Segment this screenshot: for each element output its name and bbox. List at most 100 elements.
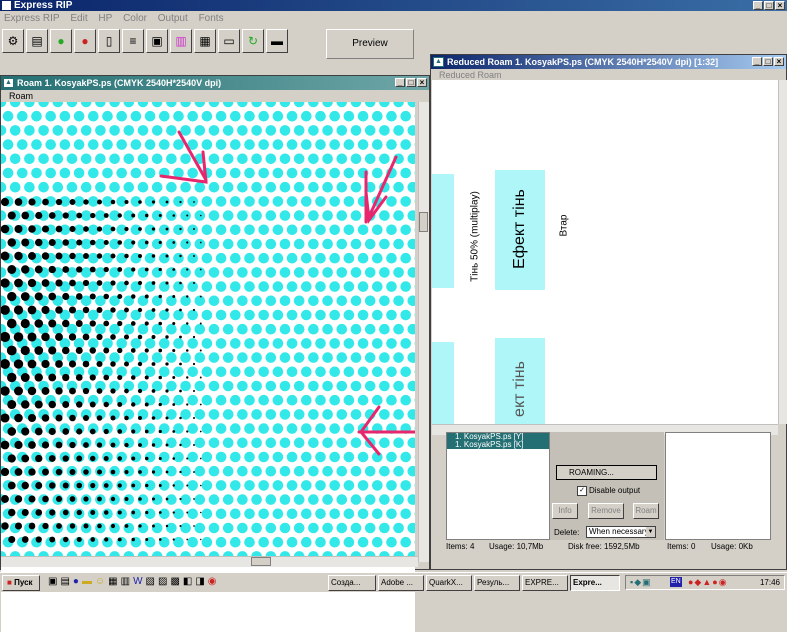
app-icon[interactable]: ▦	[108, 576, 117, 587]
roam-button[interactable]: Roam	[633, 503, 659, 519]
browser-icon[interactable]: ●	[73, 576, 79, 587]
reduced-vertical-scrollbar[interactable]	[778, 80, 787, 424]
disk-icon[interactable]: ▤	[60, 576, 69, 587]
reduced-close-button[interactable]: ×	[774, 57, 784, 66]
page-icon[interactable]: ▭	[218, 29, 240, 53]
app-icon[interactable]: ◧	[183, 576, 192, 587]
tray-icons-2: ●◆▲●◉	[688, 576, 728, 589]
minimize-button[interactable]: _	[753, 1, 763, 10]
roam-hscroll-thumb[interactable]	[251, 557, 271, 566]
traffic-light-red-icon[interactable]: ●	[74, 29, 96, 53]
close-button[interactable]: ×	[775, 1, 785, 10]
roam-close-button[interactable]: ×	[417, 78, 427, 87]
task-label: Резуль...	[477, 578, 509, 587]
print-icon[interactable]: ▤	[26, 29, 48, 53]
roam-menu[interactable]: Roam	[1, 90, 429, 102]
delete-select[interactable]: When necessary ▼	[586, 526, 656, 538]
menu-output[interactable]: Output	[158, 13, 188, 24]
task-button[interactable]: EXPRE...	[522, 575, 568, 591]
menu-hp[interactable]: HP	[98, 13, 112, 24]
roam-horizontal-scrollbar[interactable]	[1, 556, 418, 567]
media-icon[interactable]: ▬	[266, 29, 288, 53]
quick-launch: ▣ ▤ ● ▬ ☺ ▦ ▥ W ▧ ▨ ▩ ◧ ◨ ◉	[48, 576, 217, 587]
info-button[interactable]: Info	[552, 503, 578, 519]
app-icon[interactable]: ▩	[170, 576, 179, 587]
app-icon[interactable]: ▨	[158, 576, 167, 587]
image-icon[interactable]: ▣	[146, 29, 168, 53]
taskbar: ■ Пуск ▣ ▤ ● ▬ ☺ ▦ ▥ W ▧ ▨ ▩ ◧ ◨ ◉ Созда…	[0, 572, 787, 592]
roam-window: ▲ Roam 1. KosyakPS.ps (CMYK 2540H*2540V …	[0, 75, 430, 570]
app-icon[interactable]: ◨	[195, 576, 204, 587]
app-title: Express RIP	[14, 0, 72, 11]
document-list-icon[interactable]: ≡	[122, 29, 144, 53]
cyan-block-2	[432, 342, 454, 424]
menu-bar: Express RIP Edit HP Color Output Fonts	[0, 12, 787, 26]
halftone-canvas	[1, 102, 415, 562]
reduced-page-preview: Тінь 50% (multiplay) Ефект тінь ект тінь…	[432, 80, 778, 424]
task-label: Созда...	[331, 578, 360, 587]
reduced-minimize-button[interactable]: _	[752, 57, 762, 66]
windows-logo-icon: ■	[7, 578, 12, 587]
usage-value: Usage: 10,7Mb	[489, 542, 543, 551]
remove-button[interactable]: Remove	[588, 503, 624, 519]
roam-vertical-scrollbar[interactable]	[418, 102, 429, 562]
vtap-label: Втар	[559, 206, 570, 246]
task-button[interactable]: Созда...	[328, 575, 376, 591]
cyan-block-1	[432, 174, 454, 288]
traffic-light-green-icon[interactable]: ●	[50, 29, 72, 53]
clock: 17:46	[760, 576, 780, 589]
effect-label-2: ект тінь	[511, 334, 529, 424]
delete-label: Delete:	[554, 528, 579, 537]
menu-express-rip[interactable]: Express RIP	[4, 13, 60, 24]
output-items-count: Items: 0	[667, 542, 695, 551]
app-titlebar: Express RIP _ □ ×	[0, 0, 787, 11]
job-queue-list[interactable]: 1. KosyakPS.ps [Y] 1. KosyakPS.ps [K]	[446, 432, 550, 540]
folder-icon[interactable]: ▬	[82, 576, 92, 587]
task-button[interactable]: QuarkX...	[426, 575, 472, 591]
document-icon[interactable]: ▯	[98, 29, 120, 53]
preview-button[interactable]: Preview	[326, 29, 414, 59]
app-icon	[2, 1, 11, 10]
chevron-down-icon[interactable]: ▼	[646, 527, 655, 537]
language-indicator[interactable]: EN	[670, 577, 682, 587]
toolbar: ⚙ ▤ ● ● ▯ ≡ ▣ ▥ ▦ ▭ ↻ ▬	[2, 29, 288, 55]
task-label: Adobe ...	[381, 578, 413, 587]
show-desktop-icon[interactable]: ▣	[48, 576, 57, 587]
output-usage: Usage: 0Kb	[711, 542, 753, 551]
queue-item[interactable]: 1. KosyakPS.ps [K]	[447, 441, 549, 449]
word-icon[interactable]: W	[133, 576, 142, 587]
refresh-icon[interactable]: ↻	[242, 29, 264, 53]
reduced-roam-titlebar: ▲ Reduced Roam 1. KosyakPS.ps (CMYK 2540…	[431, 55, 786, 69]
app-icon[interactable]: ◉	[208, 576, 217, 587]
reduced-maximize-button[interactable]: □	[763, 57, 773, 66]
color-bars-icon[interactable]: ▥	[170, 29, 192, 53]
roaming-button[interactable]: ROAMING...	[556, 465, 657, 480]
disable-output-label: Disable output	[589, 486, 640, 495]
app-icon[interactable]: ▥	[121, 576, 130, 587]
reduced-roam-title: Reduced Roam 1. KosyakPS.ps (CMYK 2540H*…	[447, 57, 718, 67]
window-icon: ▲	[3, 78, 14, 88]
roam-window-titlebar: ▲ Roam 1. KosyakPS.ps (CMYK 2540H*2540V …	[1, 76, 429, 90]
task-label: EXPRE...	[525, 578, 559, 587]
delete-select-value: When necessary	[589, 527, 649, 536]
disable-output-checkbox[interactable]: ✓	[577, 486, 587, 496]
effect-label: Ефект тінь	[511, 174, 529, 284]
start-label: Пуск	[14, 578, 32, 587]
smiley-icon[interactable]: ☺	[95, 576, 105, 587]
app-icon[interactable]: ▧	[146, 576, 155, 587]
shadow-label: Тінь 50% (multiplay)	[470, 172, 481, 302]
task-button[interactable]: Adobe ...	[378, 575, 424, 591]
task-button[interactable]: Резуль...	[474, 575, 520, 591]
menu-color[interactable]: Color	[123, 13, 147, 24]
film-icon[interactable]: ▦	[194, 29, 216, 53]
roam-vscroll-thumb[interactable]	[419, 212, 428, 232]
settings-gear-icon[interactable]: ⚙	[2, 29, 24, 53]
menu-fonts[interactable]: Fonts	[199, 13, 224, 24]
start-button[interactable]: ■ Пуск	[2, 575, 40, 591]
menu-edit[interactable]: Edit	[70, 13, 87, 24]
output-list[interactable]	[665, 432, 771, 540]
task-button-active[interactable]: Expre...	[570, 575, 620, 591]
roam-maximize-button[interactable]: □	[406, 78, 416, 87]
roam-minimize-button[interactable]: _	[395, 78, 405, 87]
maximize-button[interactable]: □	[764, 1, 774, 10]
